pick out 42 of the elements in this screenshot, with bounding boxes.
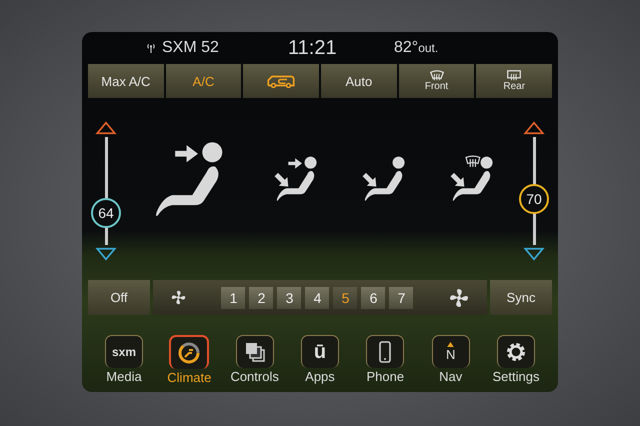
nav-tab[interactable]: ū Apps xyxy=(290,335,350,385)
temperature-down-icon[interactable] xyxy=(523,247,545,261)
temperature-up-icon[interactable] xyxy=(95,121,117,135)
fan-speed-button[interactable]: 2 xyxy=(249,286,274,308)
fan-off-button[interactable]: Off xyxy=(88,280,150,315)
compass-letter: N xyxy=(446,347,456,362)
car-recirculation-icon xyxy=(266,74,296,88)
outside-temperature: 82°out. xyxy=(394,39,438,57)
climate-button[interactable]: A/C xyxy=(166,64,242,98)
fan-speed-button[interactable]: 6 xyxy=(361,286,386,308)
nav-tab[interactable]: Settings xyxy=(486,335,546,385)
apps-logo: ū xyxy=(314,340,326,364)
sxm-logo: sxm xyxy=(112,345,136,359)
temperature-knob[interactable]: 70 xyxy=(519,184,549,214)
fan-speed-button[interactable]: 4 xyxy=(305,286,330,308)
recirculation-button[interactable] xyxy=(243,64,320,98)
clock-time: 11:21 xyxy=(288,36,338,60)
fan-speed-button[interactable]: 3 xyxy=(277,286,302,308)
nav-tab[interactable]: sxm Media xyxy=(94,335,154,385)
north-pointer-icon xyxy=(447,342,454,347)
temperature-knob[interactable]: 64 xyxy=(91,198,121,228)
climate-gauge-icon xyxy=(177,341,202,365)
windshield-defrost-icon xyxy=(428,70,445,81)
climate-button[interactable]: Max A/C xyxy=(88,64,164,98)
nav-tab[interactable]: N Nav xyxy=(420,335,481,385)
climate-button[interactable]: Auto xyxy=(321,64,397,98)
fan-speed-button[interactable]: 7 xyxy=(389,286,414,308)
nav-tab[interactable]: Controls xyxy=(224,335,285,385)
antenna-icon xyxy=(146,43,156,53)
temperature-up-icon[interactable] xyxy=(523,121,545,135)
radio-station: SXM 52 xyxy=(162,39,220,57)
fan-low-icon[interactable] xyxy=(170,290,186,305)
fan-speed-button[interactable]: 5 xyxy=(333,286,358,308)
front-defrost-button[interactable]: Front xyxy=(398,64,474,98)
sync-button[interactable]: Sync xyxy=(490,280,552,315)
nav-tab[interactable]: Climate xyxy=(159,335,220,385)
temperature-down-icon[interactable] xyxy=(95,247,117,261)
fan-high-icon[interactable] xyxy=(449,288,470,308)
fan-speed-button[interactable]: 1 xyxy=(221,286,246,308)
nav-tab[interactable]: Phone xyxy=(355,335,416,385)
rear-window-defrost-icon xyxy=(506,70,522,81)
rear-defrost-button[interactable]: Rear xyxy=(476,64,552,98)
